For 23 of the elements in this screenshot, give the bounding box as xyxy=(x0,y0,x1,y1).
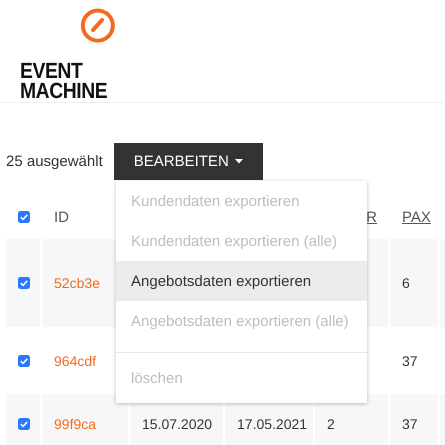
table-cell: 37 xyxy=(402,416,418,432)
caret-icon xyxy=(234,159,243,164)
table-cell: 6 xyxy=(402,275,410,291)
table-cell: 2 xyxy=(327,416,335,432)
menu-item[interactable]: Angebotsdaten exportieren xyxy=(116,261,367,301)
table-cell: 17.05.2021 xyxy=(237,416,308,432)
booking-id-link[interactable]: 99f9ca xyxy=(54,416,96,432)
column-header: ID xyxy=(54,208,69,226)
brand-name: EVENT xyxy=(20,61,83,81)
booking-id-link[interactable]: 52cb3e xyxy=(54,275,100,291)
column-header[interactable]: R xyxy=(366,208,377,226)
table-cell: 15.07.2020 xyxy=(142,416,212,432)
column-header[interactable]: PAX xyxy=(402,208,431,226)
checkbox[interactable] xyxy=(18,418,30,430)
checkbox[interactable] xyxy=(18,277,30,289)
selection-count: 25 ausgewählt xyxy=(6,152,103,170)
logo-icon xyxy=(79,7,116,44)
brand-name: MACHINE xyxy=(20,81,108,101)
booking-id-link[interactable]: 964cdf xyxy=(54,352,96,368)
checkbox[interactable] xyxy=(18,211,30,223)
edit-button[interactable]: BEARBEITEN xyxy=(114,143,263,180)
checkbox[interactable] xyxy=(18,354,30,366)
table-cell: 37 xyxy=(402,352,418,368)
